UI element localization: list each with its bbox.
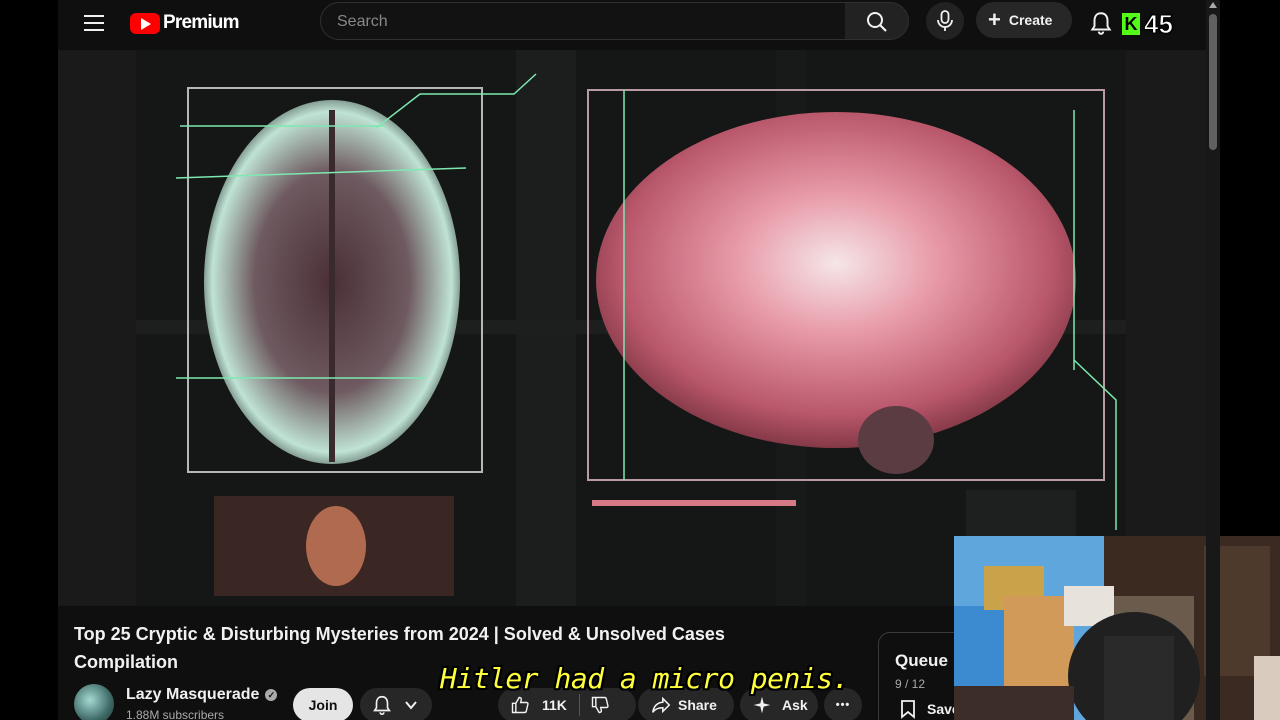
masthead: Premium Search + Create K 45: [58, 0, 1206, 46]
channel-avatar[interactable]: [74, 684, 114, 720]
channel-name-link[interactable]: Lazy Masquerade ✓: [126, 686, 278, 704]
video-player[interactable]: [58, 50, 1206, 606]
chevron-down-icon: [405, 701, 417, 710]
search-button[interactable]: [845, 2, 909, 40]
hamburger-icon-line: [84, 29, 104, 31]
kick-viewer-overlay: K 45: [1122, 8, 1194, 40]
save-button[interactable]: Save: [899, 699, 960, 719]
voice-search-button[interactable]: [926, 2, 964, 40]
scrollbar-thumb[interactable]: [1209, 14, 1217, 150]
mic-icon: [937, 10, 953, 31]
like-button[interactable]: 11K: [510, 695, 567, 715]
viewer-count: 45: [1144, 8, 1174, 39]
logo-text: Premium: [163, 12, 240, 33]
like-count: 11K: [542, 697, 567, 713]
search-input[interactable]: Search: [320, 2, 846, 40]
more-dots-icon: •••: [835, 699, 851, 711]
hamburger-icon-line: [84, 22, 104, 24]
page-scrollbar[interactable]: [1206, 0, 1220, 720]
like-divider: [578, 694, 580, 716]
subscriber-count: 1.88M subscribers: [126, 708, 225, 720]
search-icon: [867, 12, 887, 32]
video-frame-art: [136, 50, 1126, 606]
share-arrow-icon: [651, 696, 671, 714]
create-button[interactable]: + Create: [976, 2, 1072, 38]
queue-position: 9 / 12: [895, 677, 926, 691]
streamer-webcam-overlay: [954, 536, 1280, 720]
queue-title: Queue: [895, 651, 948, 670]
kick-logo-icon: K: [1122, 13, 1140, 35]
dislike-button[interactable]: [590, 695, 610, 715]
thumbs-down-icon: [591, 696, 609, 714]
sparkle-icon: [753, 696, 771, 714]
search-placeholder: Search: [337, 13, 388, 30]
hamburger-icon: [84, 15, 104, 17]
left-gutter: [0, 0, 58, 720]
bell-icon: [373, 695, 391, 715]
webcam-feed-image: [954, 536, 1280, 720]
guide-menu-button[interactable]: [82, 11, 106, 35]
notifications-button[interactable]: [1088, 10, 1114, 36]
create-label: Create: [1008, 12, 1053, 28]
channel-name: Lazy Masquerade: [126, 686, 260, 703]
bell-icon: [1090, 12, 1112, 35]
youtube-play-logo-icon: [130, 12, 160, 34]
thumbs-up-icon: [511, 696, 529, 714]
share-label: Share: [678, 697, 717, 713]
verified-badge-icon: ✓: [265, 689, 278, 701]
plus-icon: +: [988, 7, 1001, 32]
join-button[interactable]: Join: [293, 688, 353, 720]
video-frame: [136, 50, 1126, 606]
subscription-notification-button[interactable]: [360, 688, 432, 720]
ask-label: Ask: [782, 697, 808, 713]
youtube-watch-page: Premium Search + Create K 45 Top 25 Cryp…: [0, 0, 1280, 720]
scroll-up-arrow-icon[interactable]: [1209, 2, 1217, 8]
brain-side-view: [596, 112, 1076, 448]
youtube-premium-logo[interactable]: Premium: [130, 11, 240, 35]
stream-caption: Hitler had a micro penis.: [440, 662, 849, 695]
bookmark-icon: [901, 700, 915, 719]
